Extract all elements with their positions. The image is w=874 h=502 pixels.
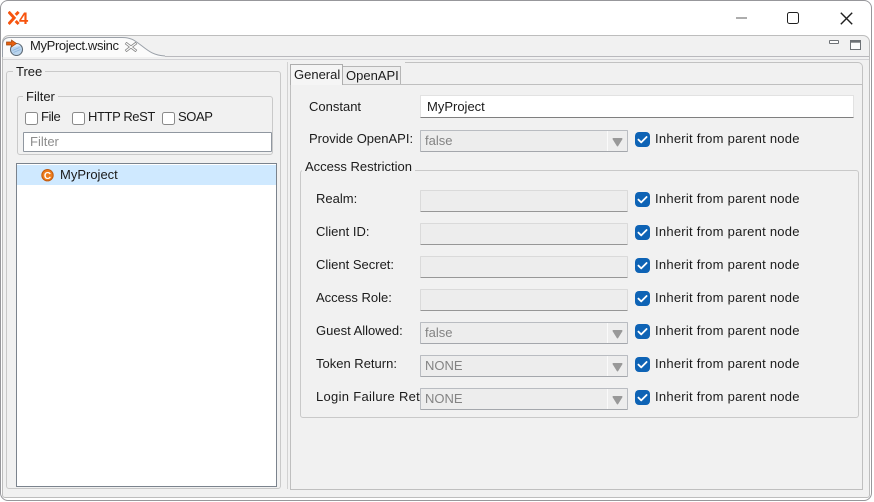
svg-text:C: C [44, 171, 51, 182]
svg-text:4: 4 [19, 11, 29, 25]
